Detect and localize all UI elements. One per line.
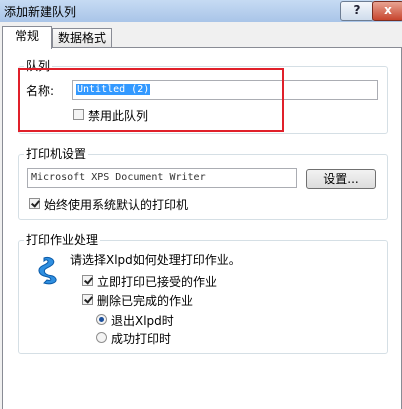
window-title: 添加新建队列 [4,5,77,19]
radio-on-exit[interactable] [96,314,107,325]
help-button[interactable]: ? [340,1,374,21]
radio-on-success-label: 成功打印时 [111,332,172,346]
use-default-printer-label: 始终使用系统默认的打印机 [44,198,189,212]
close-button[interactable]: x [372,1,402,21]
delete-completed-checkbox[interactable] [82,294,93,305]
print-immediately-checkbox[interactable] [82,275,93,286]
paper-print-icon [38,257,57,285]
printer-legend: 打印机设置 [24,145,89,162]
highlight-box [18,68,284,132]
job-instruction: 请选择Xlpd如何处理打印作业。 [70,253,241,267]
radio-on-success[interactable] [96,332,107,343]
radio-on-exit-label: 退出Xlpd时 [111,314,174,328]
print-immediately-label: 立即打印已接受的作业 [97,275,218,289]
use-default-printer-checkbox[interactable] [29,198,40,209]
printer-name-field: Microsoft XPS Document Writer [27,168,297,188]
tab-data-format[interactable]: 数据格式 [52,28,112,49]
title-bar: 添加新建队列 ? x [0,0,402,23]
printer-settings-button[interactable]: 设置... [306,169,376,189]
job-legend: 打印作业处理 [24,231,101,248]
delete-completed-label: 删除已完成的作业 [97,294,194,308]
tab-general[interactable]: 常规 [2,26,52,49]
